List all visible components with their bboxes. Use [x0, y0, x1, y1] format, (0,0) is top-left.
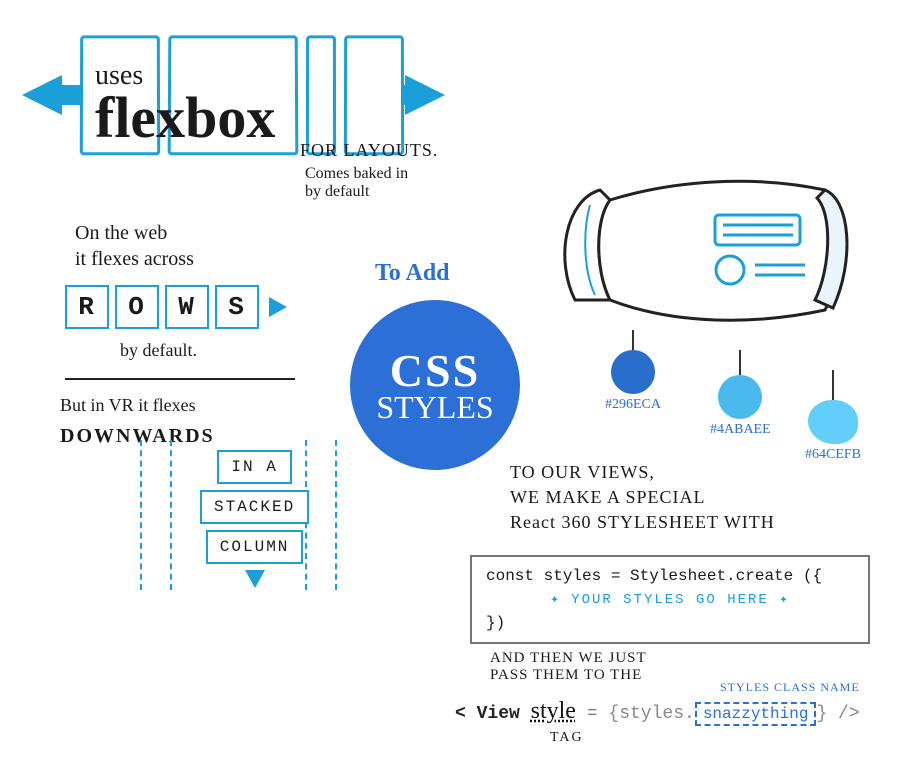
flex-arrow-left-icon [22, 75, 87, 115]
pass-them-text: and THEN WE JUST PASS THEM TO THE [490, 650, 647, 684]
flexbox-word: flexbox [95, 84, 275, 151]
style-attr-word: style [531, 698, 576, 724]
column-guide-line [335, 440, 337, 590]
flex-panel [344, 35, 404, 155]
equals: = [587, 704, 598, 724]
row-arrow-icon [269, 297, 287, 317]
views-line: WE MAKE A SPECIAL [510, 485, 775, 510]
column-word: IN A [217, 450, 291, 484]
vr-intro-label: But in VR it flexes [60, 395, 196, 416]
row-letter: O [115, 285, 159, 329]
downwards-label: DOWNWARDS [60, 425, 215, 448]
curved-panel-illustration [555, 160, 855, 340]
web-flex-intro: On the web it flexes across [75, 220, 194, 272]
column-word: COLUMN [206, 530, 304, 564]
to-add-label: To Add [375, 260, 450, 287]
pass-line: PASS THEM TO THE [490, 667, 647, 684]
views-line: TO OUR VIEWS, [510, 460, 775, 485]
code-close: }) [486, 614, 854, 632]
color-swatch: #4ABAEE [710, 350, 771, 438]
code-placeholder: YOUR STYLES GO HERE [486, 585, 854, 614]
flexbox-title: uses flexbox [95, 60, 275, 151]
swatch-hex: #64CEFB [805, 447, 861, 463]
section-divider [65, 378, 295, 380]
flex-panel [306, 35, 336, 155]
rows-letter-boxes: R O W S [65, 285, 287, 329]
views-line: React 360 STYLESHEET WITH [510, 510, 775, 535]
css-styles-circle: CSS STYLES [350, 300, 520, 470]
swatch-hex: #4ABAEE [710, 422, 771, 438]
expr-close: } /> [816, 704, 859, 724]
stylesheet-code-box: const styles = Stylesheet.create ({ YOUR… [470, 555, 870, 644]
row-letter: W [165, 285, 209, 329]
baked-in-label: Comes baked in by default [305, 165, 408, 201]
column-word: STACKED [200, 490, 309, 524]
row-letter: R [65, 285, 109, 329]
to-our-views-text: TO OUR VIEWS, WE MAKE A SPECIAL React 36… [510, 460, 775, 536]
expr-open: {styles. [608, 704, 694, 724]
column-arrow-icon [245, 570, 265, 588]
tag-pointer-label: TAG [550, 730, 584, 746]
for-layouts-label: FOR LAYOUTS. [300, 140, 438, 161]
by-default-label: by default. [120, 340, 197, 361]
class-name-pointer-label: STYLES CLASS NAME [720, 680, 860, 695]
column-guide-line [140, 440, 142, 590]
view-open: < View [455, 704, 520, 724]
view-tag-code: < View style = {styles.snazzything} /> [455, 698, 860, 725]
color-swatch: #64CEFB [805, 370, 861, 463]
pass-line: and THEN WE JUST [490, 650, 647, 667]
code-open: const styles = Stylesheet.create ({ [486, 567, 854, 585]
snazzy-class: snazzything [695, 702, 817, 726]
column-guide-line [170, 440, 172, 590]
color-swatch: #296ECA [605, 330, 661, 413]
swatch-hex: #296ECA [605, 397, 661, 413]
styles-word: STYLES [376, 389, 493, 426]
row-letter: S [215, 285, 259, 329]
column-stack: IN A STACKED COLUMN [200, 450, 309, 588]
